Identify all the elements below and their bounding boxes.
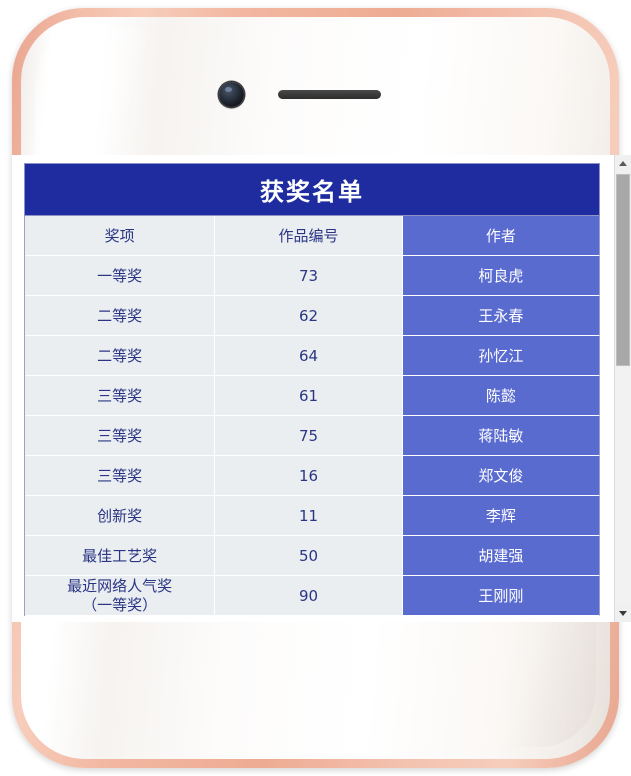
table-row[interactable]: 创新奖 11 李辉	[25, 496, 600, 536]
cell-award: 三等奖	[25, 456, 216, 496]
cell-award: 一等奖	[25, 256, 216, 296]
cell-award: 创新奖	[25, 496, 216, 536]
cell-author: 王永春	[402, 296, 600, 336]
column-header-award[interactable]: 奖项	[25, 216, 216, 256]
cell-award: 三等奖	[25, 376, 216, 416]
page-title: 获奖名单	[260, 178, 364, 206]
cell-number: 90	[215, 576, 403, 616]
table-body: 一等奖 73 柯良虎 二等奖 62 王永春 二等奖 64 孙忆江 三等奖 61	[25, 256, 600, 616]
scrollbar-track[interactable]	[615, 366, 631, 605]
cell-author: 陈懿	[402, 376, 600, 416]
cell-award: 最佳工艺奖	[25, 536, 216, 576]
earpiece-speaker-icon	[278, 90, 381, 99]
cell-number: 62	[215, 296, 403, 336]
table-head: 奖项 作品编号 作者	[25, 216, 600, 256]
camera-lens-glint	[225, 87, 232, 92]
cell-award-line1: 最近网络人气奖	[67, 576, 173, 595]
table-row[interactable]: 一等奖 73 柯良虎	[25, 256, 600, 296]
table-row[interactable]: 二等奖 64 孙忆江	[25, 336, 600, 376]
phone-screen: 获奖名单 奖项 作品编号 作者 一等奖 73 柯良虎 二等奖 62 王永春 二等…	[12, 155, 631, 622]
vertical-scrollbar[interactable]	[614, 155, 631, 622]
cell-author: 胡建强	[402, 536, 600, 576]
cell-author: 郑文俊	[402, 456, 600, 496]
table-row[interactable]: 最佳工艺奖 50 胡建强	[25, 536, 600, 576]
cell-award: 最近网络人气奖 （一等奖）	[25, 576, 216, 616]
column-header-number[interactable]: 作品编号	[215, 216, 403, 256]
scroll-up-button[interactable]	[615, 155, 631, 172]
cell-author: 柯良虎	[402, 256, 600, 296]
table-row[interactable]: 最近网络人气奖 （一等奖） 90 王刚刚	[25, 576, 600, 616]
cell-author: 王刚刚	[402, 576, 600, 616]
winners-table: 奖项 作品编号 作者 一等奖 73 柯良虎 二等奖 62 王永春 二等奖 64 …	[24, 216, 600, 616]
cell-award: 二等奖	[25, 336, 216, 376]
cell-award: 三等奖	[25, 416, 216, 456]
cell-number: 61	[215, 376, 403, 416]
cell-award: 二等奖	[25, 296, 216, 336]
scrollbar-thumb[interactable]	[616, 174, 630, 366]
cell-author: 孙忆江	[402, 336, 600, 376]
scroll-up-arrow-icon	[619, 161, 627, 166]
table-row[interactable]: 三等奖 75 蒋陆敏	[25, 416, 600, 456]
cell-number: 16	[215, 456, 403, 496]
cell-author: 蒋陆敏	[402, 416, 600, 456]
scroll-down-arrow-icon	[619, 611, 627, 616]
front-camera-icon	[219, 82, 244, 107]
cell-number: 75	[215, 416, 403, 456]
scroll-down-button[interactable]	[615, 605, 631, 622]
app-header: 获奖名单	[24, 163, 600, 216]
app-viewport: 获奖名单 奖项 作品编号 作者 一等奖 73 柯良虎 二等奖 62 王永春 二等…	[24, 163, 600, 622]
table-row[interactable]: 三等奖 16 郑文俊	[25, 456, 600, 496]
cell-award-line2: （一等奖）	[82, 595, 158, 614]
table-row[interactable]: 二等奖 62 王永春	[25, 296, 600, 336]
cell-number: 73	[215, 256, 403, 296]
column-header-author[interactable]: 作者	[402, 216, 600, 256]
cell-number: 64	[215, 336, 403, 376]
cell-number: 11	[215, 496, 403, 536]
cell-author: 李辉	[402, 496, 600, 536]
table-header-row: 奖项 作品编号 作者	[25, 216, 600, 256]
cell-number: 50	[215, 536, 403, 576]
table-row[interactable]: 三等奖 61 陈懿	[25, 376, 600, 416]
